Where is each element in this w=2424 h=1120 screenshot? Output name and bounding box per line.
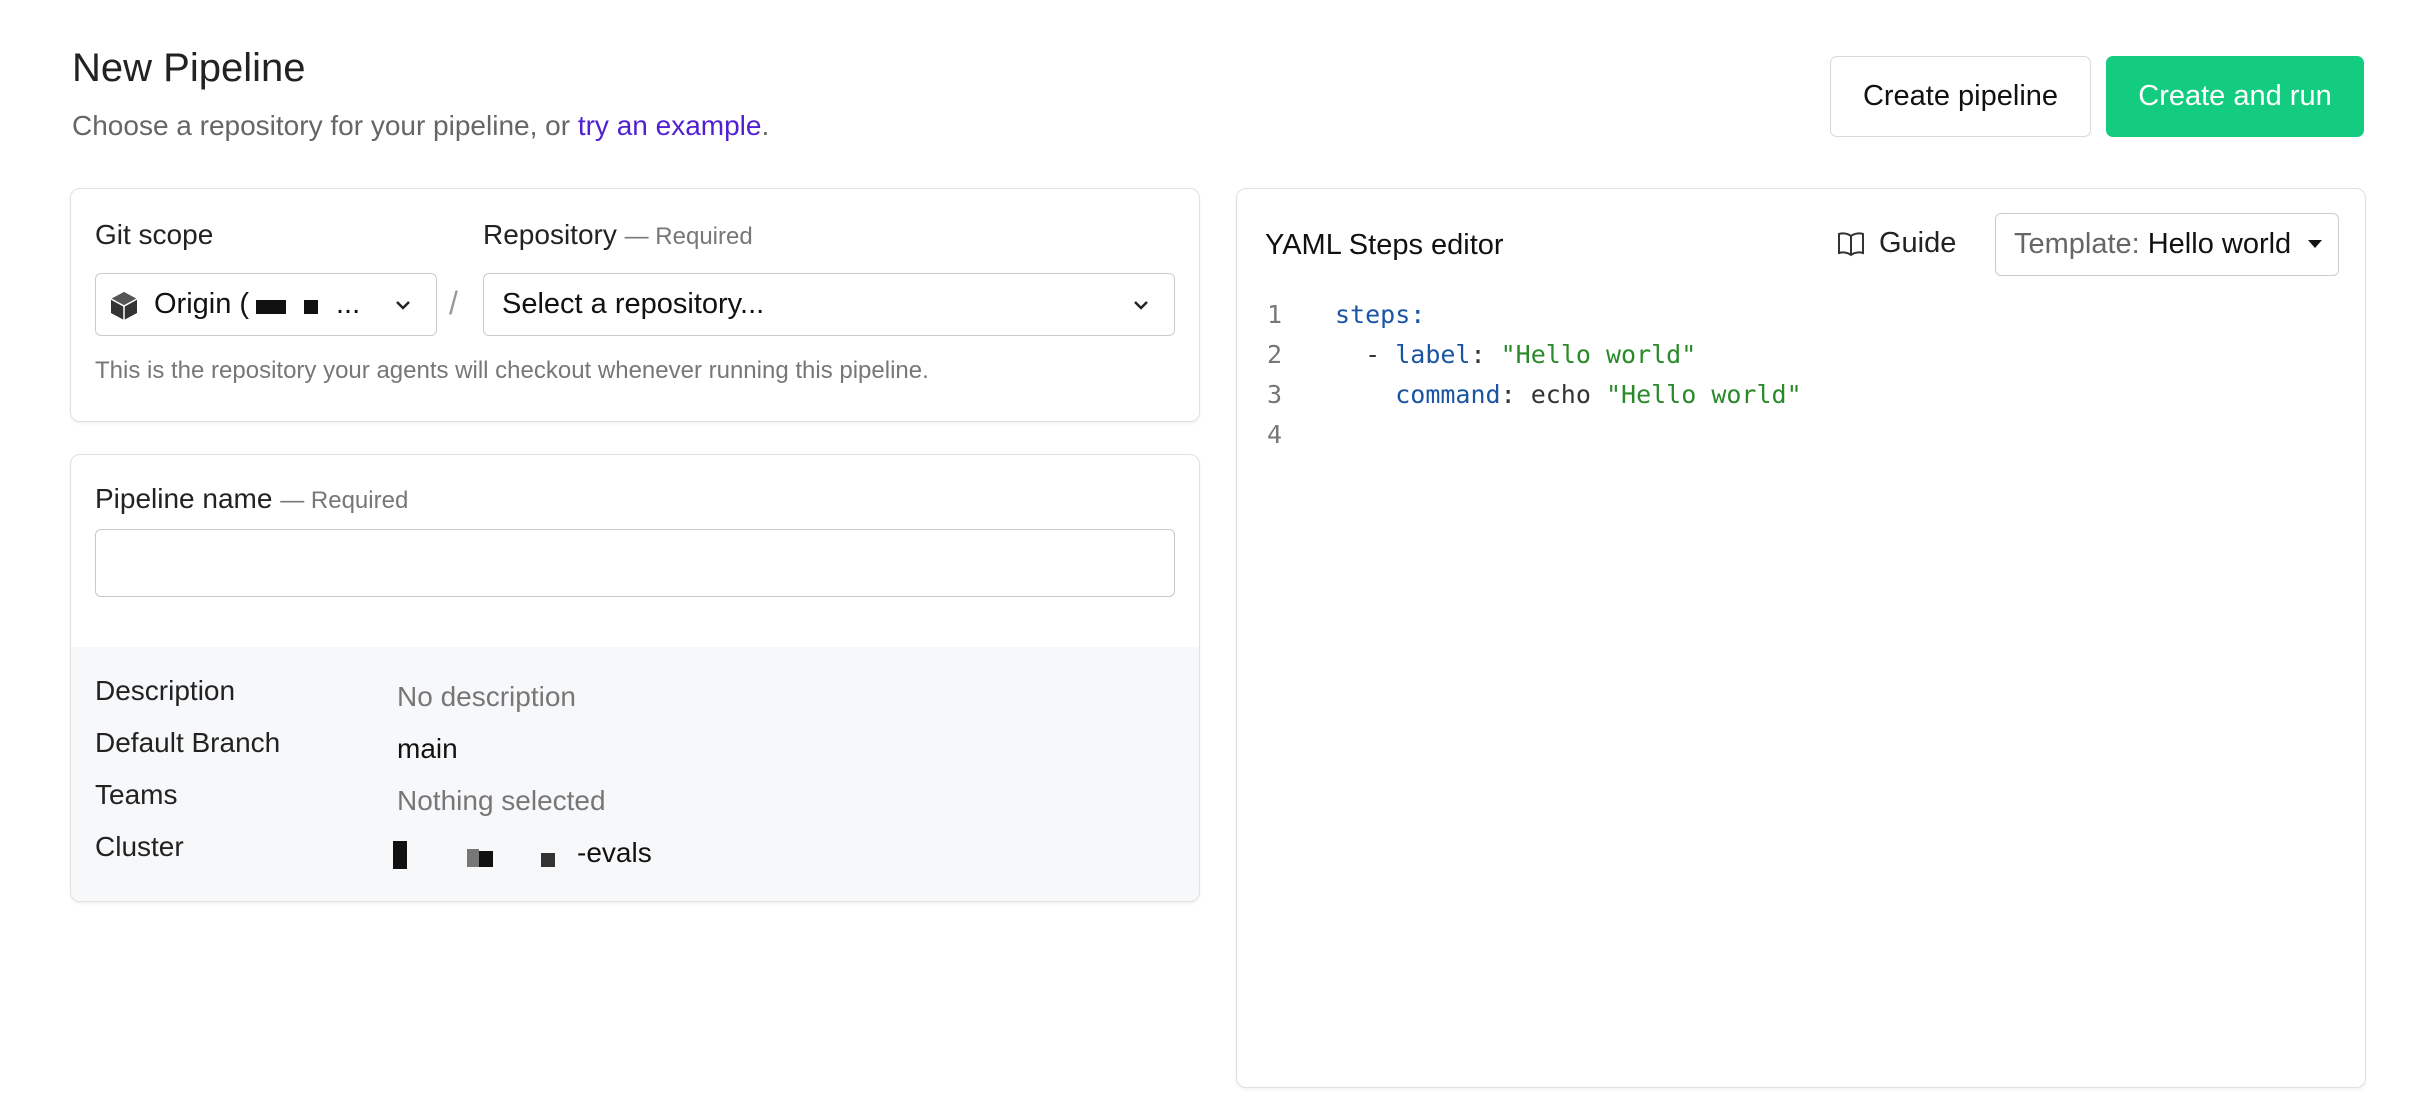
repository-select[interactable]: Select a repository... xyxy=(483,273,1175,336)
guide-button[interactable]: Guide xyxy=(1837,227,1956,260)
scope-separator: / xyxy=(449,285,458,321)
pipeline-name-label-text: Pipeline name xyxy=(95,483,273,514)
subtitle-period: . xyxy=(761,110,770,141)
caret-down-icon xyxy=(2308,240,2322,248)
repository-card: Git scope Origin ( ... / Repository — Re… xyxy=(70,188,1200,422)
pipeline-details-card: Pipeline name — Required Description No … xyxy=(70,454,1200,902)
template-prefix: Template: xyxy=(2014,228,2140,260)
git-scope-select[interactable]: Origin ( ... xyxy=(95,273,437,336)
redacted-block xyxy=(304,300,318,314)
redacted-block xyxy=(541,853,555,867)
guide-label: Guide xyxy=(1879,227,1957,259)
pipeline-name-label: Pipeline name — Required xyxy=(95,483,408,515)
line-number: 2 xyxy=(1267,340,1283,369)
default-branch-value: main xyxy=(397,733,458,764)
description-value: No description xyxy=(397,681,576,712)
teams-key: Teams xyxy=(95,779,178,810)
redacted-block xyxy=(256,300,286,314)
create-pipeline-button[interactable]: Create pipeline xyxy=(1830,56,2091,137)
pipeline-details-panel: Description No description Default Branc… xyxy=(71,647,1199,901)
yaml-string: "Hello world" xyxy=(1605,380,1802,409)
code-line: 1 steps: xyxy=(1267,295,1802,335)
book-icon xyxy=(1838,231,1864,256)
yaml-editor-card: YAML Steps editor Guide Template: Hello … xyxy=(1236,188,2366,1088)
default-branch-key: Default Branch xyxy=(95,727,281,758)
yaml-string: "Hello world" xyxy=(1500,340,1697,369)
yaml-colon: : xyxy=(1410,300,1426,329)
yaml-key: steps xyxy=(1335,300,1411,329)
yaml-colon: : xyxy=(1500,380,1516,409)
git-scope-value: Origin ( xyxy=(154,288,250,320)
git-scope-ellipsis: ... xyxy=(336,288,361,320)
subtitle-text: Choose a repository for your pipeline, o… xyxy=(72,110,578,141)
git-scope-label: Git scope xyxy=(95,219,214,250)
code-line: 2 - label: "Hello world" xyxy=(1267,335,1802,375)
code-line: 3 command: echo "Hello world" xyxy=(1267,375,1802,415)
template-select[interactable]: Template: Hello world xyxy=(1995,213,2339,276)
line-number: 4 xyxy=(1267,420,1283,449)
pipeline-name-input[interactable] xyxy=(95,529,1175,597)
yaml-code-editor[interactable]: 1 steps: 2 - label: "Hello world" 3 comma… xyxy=(1267,295,1802,455)
redacted-block xyxy=(479,851,493,867)
redacted-block xyxy=(393,841,407,869)
page-subtitle: Choose a repository for your pipeline, o… xyxy=(72,110,769,142)
redacted-block xyxy=(467,849,479,867)
repository-hint: This is the repository your agents will … xyxy=(95,357,929,384)
yaml-key: label xyxy=(1395,340,1471,369)
yaml-dash: - xyxy=(1365,340,1396,369)
teams-value: Nothing selected xyxy=(397,785,606,816)
yaml-key: command xyxy=(1395,380,1501,409)
pipeline-name-required: — Required xyxy=(280,487,409,514)
description-key: Description xyxy=(95,675,236,706)
template-value: Hello world xyxy=(2147,228,2292,260)
code-line: 4 xyxy=(1267,415,1802,455)
line-number: 3 xyxy=(1267,380,1283,409)
repository-placeholder: Select a repository... xyxy=(502,288,765,320)
yaml-dash xyxy=(1335,340,1365,369)
line-number: 1 xyxy=(1267,300,1283,329)
cube-icon xyxy=(110,292,138,320)
chevron-down-icon xyxy=(396,301,410,310)
cluster-key: Cluster xyxy=(95,831,184,862)
repository-label: Repository — Required xyxy=(483,219,753,251)
yaml-editor-title: YAML Steps editor xyxy=(1265,229,1504,261)
create-and-run-button[interactable]: Create and run xyxy=(2106,56,2364,137)
try-example-link[interactable]: try an example xyxy=(578,110,762,141)
chevron-down-icon xyxy=(1134,301,1148,310)
repository-label-text: Repository xyxy=(483,219,617,250)
page-title: New Pipeline xyxy=(72,46,306,90)
repository-required: — Required xyxy=(624,223,753,250)
yaml-command: echo xyxy=(1530,380,1606,409)
yaml-colon: : xyxy=(1470,340,1486,369)
cluster-value: -evals xyxy=(577,837,652,868)
